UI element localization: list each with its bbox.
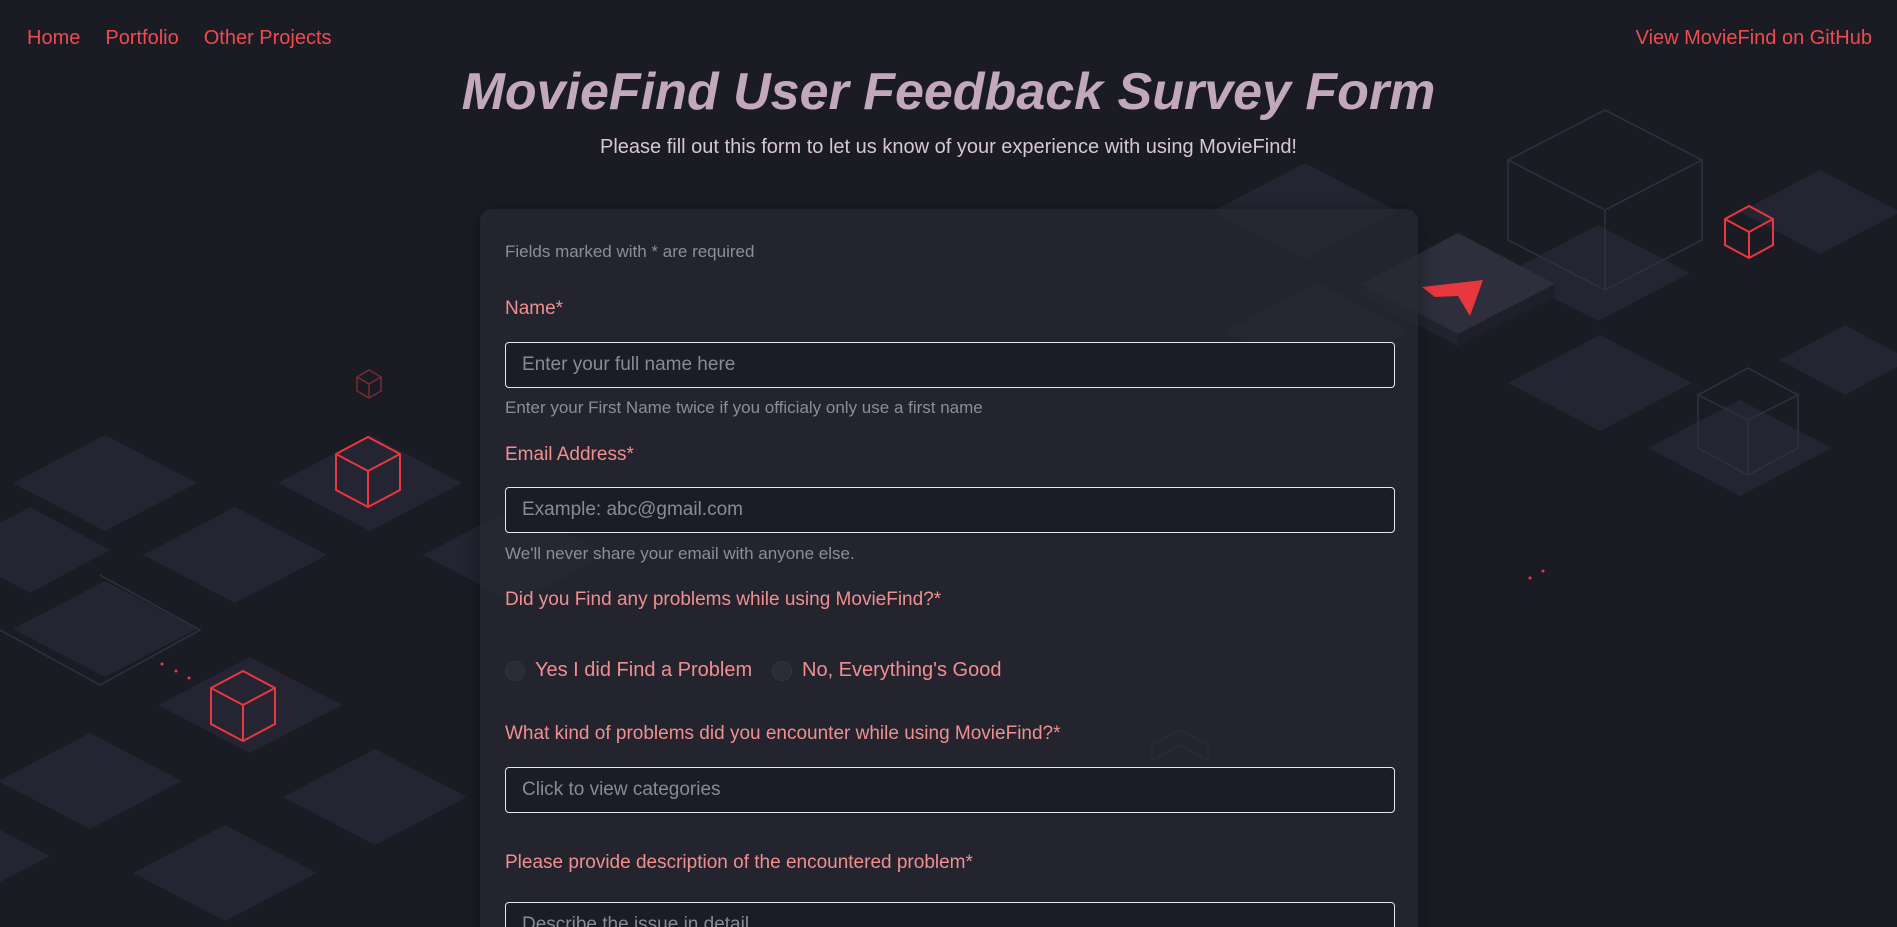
bg-tile <box>143 507 327 603</box>
radio-option-no[interactable]: No, Everything's Good <box>772 659 1001 682</box>
radio-option-yes[interactable]: Yes I did Find a Problem <box>505 659 752 682</box>
required-fields-note: Fields marked with * are required <box>505 242 755 261</box>
email-help-text: We'll never share your email with anyone… <box>505 544 855 563</box>
description-label: Please provide description of the encoun… <box>505 852 973 873</box>
red-cube-icon <box>356 369 382 399</box>
page-subtitle: Please fill out this form to let us know… <box>600 136 1297 158</box>
bg-tile <box>158 657 342 753</box>
nav-left: Home Portfolio Other Projects <box>27 27 332 50</box>
description-textarea[interactable] <box>505 902 1395 927</box>
bg-tile <box>1508 335 1692 431</box>
name-help-text: Enter your First Name twice if you offic… <box>505 398 983 417</box>
radio-no-circle[interactable] <box>772 660 792 681</box>
bg-tile <box>1780 325 1897 395</box>
bg-tile <box>0 733 182 829</box>
nav-other-projects-link[interactable]: Other Projects <box>204 27 332 50</box>
bg-tile <box>13 581 197 677</box>
name-input[interactable] <box>505 342 1395 388</box>
bg-tile <box>1648 400 1832 496</box>
radio-yes-circle[interactable] <box>505 660 525 681</box>
nav-github-link[interactable]: View MovieFind on GitHub <box>1636 27 1872 49</box>
radio-no-label: No, Everything's Good <box>802 659 1002 681</box>
name-label: Name* <box>505 298 564 319</box>
radio-yes-label: Yes I did Find a Problem <box>535 659 753 681</box>
bg-tile <box>133 825 317 921</box>
nav-portfolio-link[interactable]: Portfolio <box>105 27 178 50</box>
bg-tile <box>0 830 50 882</box>
bg-tile <box>1740 170 1897 254</box>
page-title: MovieFind User Feedback Survey Form <box>461 63 1436 121</box>
survey-form: Fields marked with * are required Name* … <box>480 209 1418 927</box>
problems-found-label: Did you Find any problems while using Mo… <box>505 589 942 610</box>
nav-home-link[interactable]: Home <box>27 27 80 50</box>
bg-tile <box>278 435 462 531</box>
bg-tile <box>283 749 467 845</box>
page: Home Portfolio Other Projects View Movie… <box>0 0 1897 927</box>
email-label: Email Address* <box>505 444 634 465</box>
problem-kind-label: What kind of problems did you encounter … <box>505 723 1061 744</box>
problem-category-select[interactable] <box>505 767 1395 813</box>
email-input[interactable] <box>505 487 1395 533</box>
nav-right: View MovieFind on GitHub <box>1636 27 1872 50</box>
